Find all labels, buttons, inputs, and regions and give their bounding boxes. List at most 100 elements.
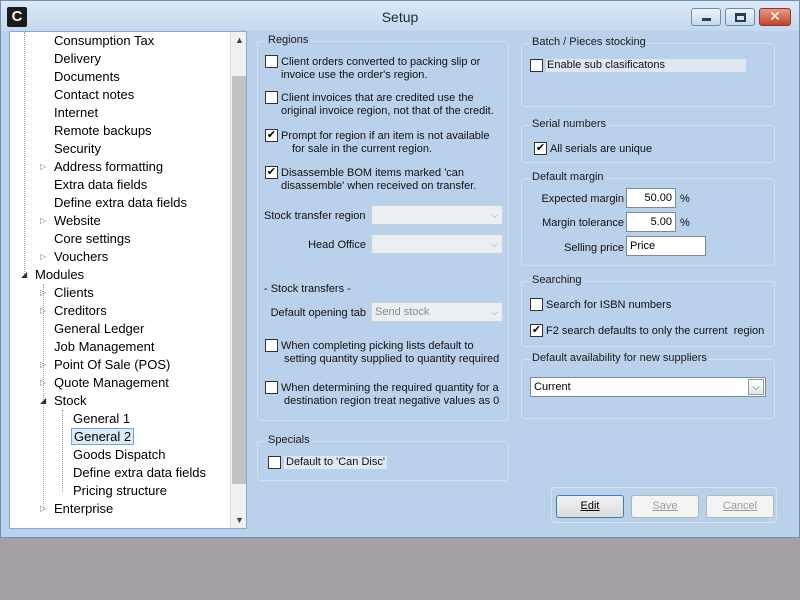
tree-item-label: Address formatting [54, 159, 164, 174]
tree-item[interactable]: Documents [52, 68, 122, 86]
tree-item[interactable]: Security [52, 140, 103, 158]
searching-group: Searching Search for ISBN numbers ✔ F2 s… [521, 274, 775, 347]
order-region-checkbox[interactable] [265, 55, 278, 68]
specials-title: Specials [266, 434, 312, 446]
tree-item[interactable]: Job Management [52, 338, 156, 356]
disassemble-bom-label-2: disassemble' when received on transfer. [281, 180, 477, 192]
picking-lists-checkbox[interactable] [265, 339, 278, 352]
tree-item[interactable]: ▷ Vouchers [40, 248, 110, 266]
tree-item[interactable]: General 1 [71, 410, 132, 428]
head-office-select[interactable]: ⌵ [371, 234, 503, 254]
maximize-button[interactable] [725, 8, 755, 26]
cancel-button[interactable]: Cancel [706, 495, 774, 518]
tree-item[interactable]: Internet [52, 104, 100, 122]
tree-item[interactable]: Define extra data fields [71, 464, 208, 482]
sub-classifications-checkbox[interactable] [530, 59, 543, 72]
settings-tree[interactable]: Consumption Tax Delivery Documents Contact … [9, 31, 247, 529]
tree-item[interactable]: ▷ Creditors [40, 302, 109, 320]
tree-item[interactable]: ▷ Website [40, 212, 103, 230]
tree-item-label: Creditors [54, 303, 107, 318]
chevron-down-icon: ⌵ [491, 307, 498, 317]
expand-icon[interactable]: ▷ [40, 284, 49, 302]
margin-tolerance-unit: % [680, 217, 690, 229]
expand-icon[interactable]: ▷ [40, 500, 49, 518]
head-office-label: Head Office [308, 239, 366, 251]
tree-item[interactable]: Goods Dispatch [71, 446, 168, 464]
tree-guide-line [24, 32, 25, 274]
chevron-down-icon: ⌵ [491, 210, 498, 220]
tree-item[interactable]: Extra data fields [52, 176, 149, 194]
tree-item[interactable]: ▷ Quote Management [40, 374, 171, 392]
default-opening-tab-label: Default opening tab [270, 307, 366, 319]
tree-item[interactable]: Delivery [52, 50, 103, 68]
expected-margin-input[interactable]: 50.00 [626, 188, 676, 208]
tree-item[interactable]: Consumption Tax [52, 32, 156, 50]
expand-icon[interactable]: ▷ [40, 356, 49, 374]
prompt-region-label-2: for sale in the current region. [292, 143, 433, 155]
edit-button-label: Edit [580, 500, 600, 512]
isbn-search-checkbox[interactable] [530, 298, 543, 311]
chevron-down-icon[interactable]: ⌵ [748, 379, 764, 395]
tree-item[interactable]: ▷ Address formatting [40, 158, 165, 176]
tree-item[interactable]: Core settings [52, 230, 133, 248]
regions-group: Regions Client orders converted to packi… [257, 34, 509, 421]
scroll-thumb[interactable] [232, 76, 246, 484]
serial-numbers-title: Serial numbers [530, 118, 608, 130]
margin-tolerance-input[interactable]: 5.00 [626, 212, 676, 232]
tree-item[interactable]: ▷ Point Of Sale (POS) [40, 356, 172, 374]
expand-icon[interactable]: ▷ [40, 302, 49, 320]
tree-guide-line [62, 410, 63, 492]
expected-margin-label: Expected margin [541, 193, 624, 205]
unique-serials-label: All serials are unique [550, 143, 653, 155]
f2-search-checkbox[interactable]: ✔ [530, 324, 543, 337]
can-disc-checkbox[interactable] [268, 456, 281, 469]
tree-item[interactable]: General Ledger [52, 320, 146, 338]
expand-icon[interactable]: ▷ [40, 212, 49, 230]
unique-serials-checkbox[interactable]: ✔ [534, 142, 547, 155]
margin-tolerance-label: Margin tolerance [542, 217, 624, 229]
minimize-button[interactable] [691, 8, 721, 26]
tree-item[interactable]: ▷ Clients [40, 284, 96, 302]
default-opening-tab-value: Send stock [375, 306, 430, 318]
scroll-up-icon[interactable]: ▲ [231, 32, 246, 49]
edit-button[interactable]: Edit [556, 495, 624, 518]
default-availability-value: Current [534, 381, 571, 393]
batch-group: Batch / Pieces stocking Enable sub clasi… [521, 36, 775, 107]
expand-icon[interactable]: ▷ [40, 374, 49, 392]
tree-item[interactable]: Define extra data fields [52, 194, 189, 212]
tree-item[interactable]: General 2 [71, 428, 135, 446]
credit-region-label-1: Client invoices that are credited use th… [281, 92, 474, 104]
save-button[interactable]: Save [631, 495, 699, 518]
tree-item[interactable]: Remote backups [52, 122, 154, 140]
tree-item[interactable]: Pricing structure [71, 482, 169, 500]
credit-region-checkbox[interactable] [265, 91, 278, 104]
disassemble-bom-checkbox[interactable]: ✔ [265, 166, 278, 179]
tree-item-label: Vouchers [54, 249, 109, 264]
scroll-down-icon[interactable]: ▼ [231, 512, 246, 528]
stock-transfer-region-select[interactable]: ⌵ [371, 205, 503, 225]
tree-item[interactable]: ◢ Stock [40, 392, 89, 410]
expand-icon[interactable]: ▷ [40, 158, 49, 176]
collapse-icon[interactable]: ◢ [40, 392, 49, 410]
default-availability-select[interactable]: Current ⌵ [530, 377, 766, 397]
tree-item-label: Internet [54, 105, 99, 120]
tree-item-label: Point Of Sale (POS) [54, 357, 171, 372]
default-opening-tab-select[interactable]: Send stock ⌵ [371, 302, 503, 322]
default-availability-group: Default availability for new suppliers C… [521, 352, 775, 419]
tree-item-label: Define extra data fields [73, 465, 206, 480]
tree-item-label: Delivery [54, 51, 101, 66]
minimize-icon [702, 18, 711, 21]
close-button[interactable]: ✕ [759, 8, 791, 26]
negative-values-checkbox[interactable] [265, 381, 278, 394]
collapse-icon[interactable]: ◢ [21, 266, 30, 284]
tree-item-label: Website [54, 213, 101, 228]
tree-item[interactable]: ▷ Enterprise [40, 500, 115, 518]
tree-item[interactable]: Contact notes [52, 86, 136, 104]
prompt-region-checkbox[interactable]: ✔ [265, 129, 278, 142]
negative-values-label-2: destination region treat negative values… [284, 395, 500, 407]
tree-item-label: Documents [54, 69, 120, 84]
tree-scrollbar[interactable]: ▲ ▼ [230, 32, 246, 528]
selling-price-input[interactable]: Price [626, 236, 706, 256]
tree-item[interactable]: ◢ Modules [21, 266, 86, 284]
expand-icon[interactable]: ▷ [40, 248, 49, 266]
